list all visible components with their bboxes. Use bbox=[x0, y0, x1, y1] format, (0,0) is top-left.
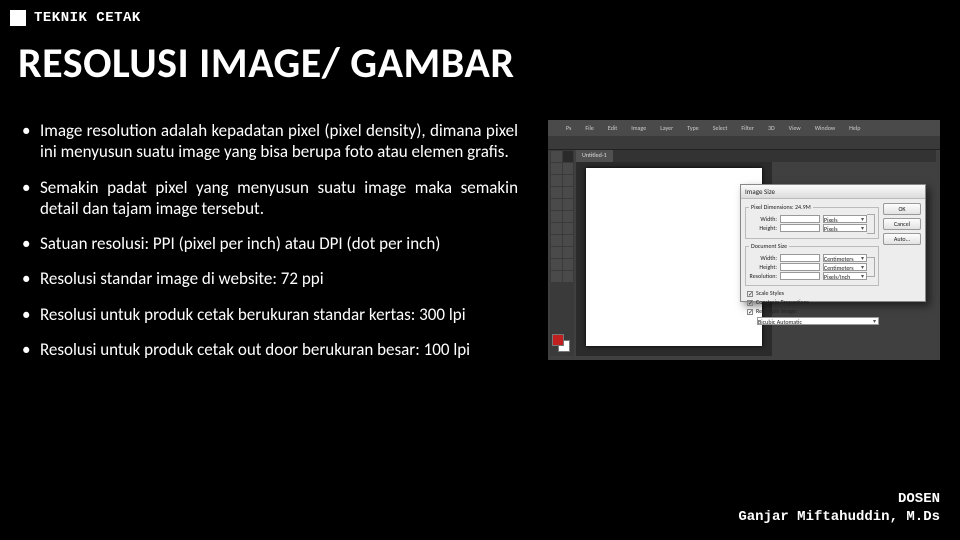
slide-footer: DOSEN Ganjar Miftahuddin, M.Ds bbox=[738, 490, 940, 526]
doc-height-input bbox=[780, 263, 820, 271]
width-input bbox=[780, 215, 820, 223]
ps-document-tab: Untitled-1 bbox=[576, 150, 613, 162]
menu-item: Layer bbox=[660, 124, 673, 132]
height-unit-select: Pixels bbox=[823, 224, 867, 232]
height-label: Height: bbox=[749, 224, 777, 232]
doc-width-unit: Centimeters bbox=[823, 254, 867, 262]
ok-button: OK bbox=[883, 203, 921, 215]
cancel-button: Cancel bbox=[883, 218, 921, 230]
doc-width-label: Width: bbox=[749, 254, 777, 262]
resolution-label: Resolution: bbox=[749, 272, 777, 280]
footer-author: Ganjar Miftahuddin, M.Ds bbox=[738, 508, 940, 526]
width-label: Width: bbox=[749, 215, 777, 223]
ps-page bbox=[586, 168, 762, 346]
resolution-input bbox=[780, 272, 820, 280]
menu-item: Help bbox=[849, 124, 860, 132]
bullet-item: Resolusi standar image di website: 72 pp… bbox=[18, 268, 518, 289]
image-size-dialog: Image Size Pixel Dimensions: 24.9M Width… bbox=[740, 184, 926, 302]
menu-item: 3D bbox=[768, 124, 775, 132]
ps-toolbox bbox=[550, 150, 574, 356]
menu-item: File bbox=[585, 124, 594, 132]
menu-item: Image bbox=[631, 124, 646, 132]
ps-tabs: Untitled-1 bbox=[576, 150, 936, 162]
photoshop-screenshot: Ps File Edit Image Layer Type Select Fil… bbox=[548, 120, 940, 360]
slide-title: RESOLUSI IMAGE/ GAMBAR bbox=[18, 38, 514, 89]
doc-height-label: Height: bbox=[749, 263, 777, 271]
pixel-dimensions-label: Pixel Dimensions: 24.9M bbox=[749, 203, 813, 211]
ps-swatch-icon bbox=[552, 334, 570, 352]
link-icon bbox=[867, 214, 875, 234]
resample-check: Resample Image: bbox=[747, 307, 879, 315]
ps-options-bar bbox=[548, 136, 940, 150]
slide-body: Image resolution adalah kepadatan pixel … bbox=[18, 120, 518, 374]
bullet-item: Image resolution adalah kepadatan pixel … bbox=[18, 120, 518, 163]
resolution-unit: Pixels/Inch bbox=[823, 272, 867, 280]
menu-item: Type bbox=[687, 124, 699, 132]
auto-button: Auto... bbox=[883, 233, 921, 245]
menu-item: Edit bbox=[608, 124, 617, 132]
slide-header: TEKNIK CETAK bbox=[10, 10, 141, 26]
bullet-item: Resolusi untuk produk cetak out door ber… bbox=[18, 339, 518, 360]
ps-menubar: Ps File Edit Image Layer Type Select Fil… bbox=[548, 120, 940, 136]
menu-item: Filter bbox=[741, 124, 754, 132]
link-icon bbox=[867, 257, 875, 277]
document-size-group: Document Size Width: Centimeters Height: bbox=[745, 242, 879, 286]
pixel-dimensions-group: Pixel Dimensions: 24.9M Width: Pixels He… bbox=[745, 203, 879, 239]
width-unit-select: Pixels bbox=[823, 215, 867, 223]
course-label: TEKNIK CETAK bbox=[34, 10, 141, 26]
menu-item: Select bbox=[713, 124, 728, 132]
resample-method-select: Bicubic Automatic bbox=[757, 317, 879, 325]
bullet-item: Semakin padat pixel yang menyusun suatu … bbox=[18, 177, 518, 220]
constrain-check: Constrain Proportions bbox=[747, 298, 879, 306]
doc-height-unit: Centimeters bbox=[823, 263, 867, 271]
ps-logo-icon: Ps bbox=[566, 124, 571, 132]
bullet-item: Resolusi untuk produk cetak berukuran st… bbox=[18, 304, 518, 325]
footer-role: DOSEN bbox=[738, 490, 940, 508]
menu-item: Window bbox=[815, 124, 835, 132]
slide: TEKNIK CETAK RESOLUSI IMAGE/ GAMBAR Imag… bbox=[0, 0, 960, 540]
document-size-label: Document Size bbox=[749, 242, 789, 250]
header-marker bbox=[10, 10, 26, 26]
height-input bbox=[780, 224, 820, 232]
doc-width-input bbox=[780, 254, 820, 262]
bullet-item: Satuan resolusi: PPI (pixel per inch) at… bbox=[18, 233, 518, 254]
dialog-title: Image Size bbox=[741, 185, 925, 199]
scale-styles-check: Scale Styles bbox=[747, 289, 879, 297]
menu-item: View bbox=[789, 124, 801, 132]
